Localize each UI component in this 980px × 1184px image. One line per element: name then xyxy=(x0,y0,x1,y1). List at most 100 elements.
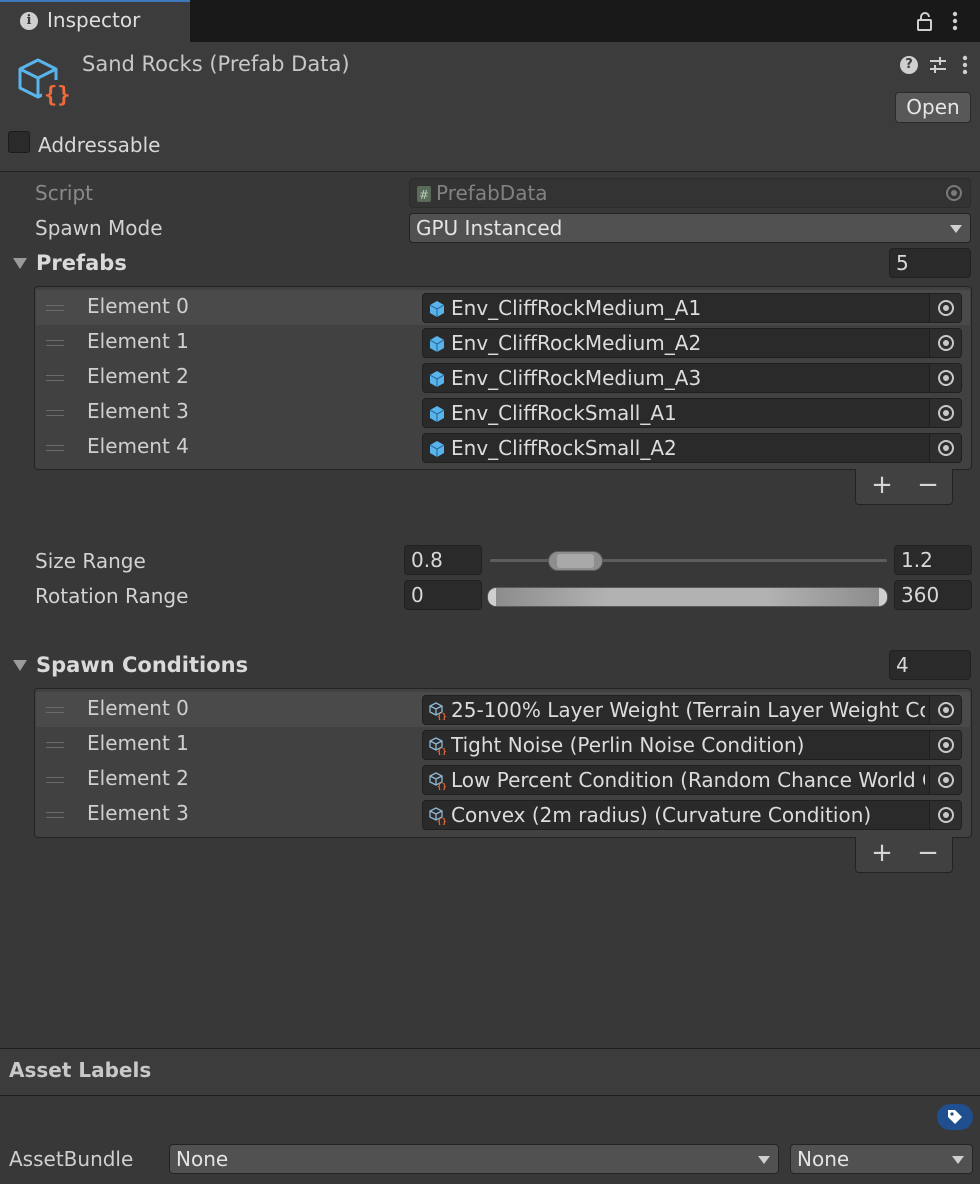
prefabs-list: Element 0 Env_CliffRockMedium_A1 Element 1… xyxy=(34,286,972,470)
preset-sliders-icon[interactable] xyxy=(928,55,948,75)
prefab-icon xyxy=(429,441,445,457)
object-picker-button[interactable] xyxy=(929,766,961,794)
asset-title: Sand Rocks (Prefab Data) xyxy=(82,52,350,76)
rotation-min-input[interactable]: 0 xyxy=(404,580,482,610)
object-picker-button[interactable] xyxy=(929,731,961,759)
object-picker-icon xyxy=(938,405,954,421)
object-field[interactable]: {} 25-100% Layer Weight (Terrain Layer We… xyxy=(422,695,962,725)
more-vertical-icon[interactable] xyxy=(950,11,960,31)
svg-text:{}: {} xyxy=(437,747,447,755)
svg-text:{}: {} xyxy=(437,782,447,790)
object-field-value: Env_CliffRockMedium_A3 xyxy=(451,366,702,390)
scriptable-object-icon: {} xyxy=(429,737,447,755)
drag-handle-icon[interactable] xyxy=(46,777,64,783)
rotation-max-input[interactable]: 360 xyxy=(894,580,972,610)
lock-icon[interactable] xyxy=(916,11,934,31)
object-field[interactable]: {} Tight Noise (Perlin Noise Condition) xyxy=(422,730,962,760)
object-field[interactable]: Env_CliffRockMedium_A2 xyxy=(422,328,962,358)
rotation-range-slider-thumb[interactable] xyxy=(487,587,888,607)
object-field-value: Env_CliffRockMedium_A1 xyxy=(451,296,702,320)
object-field-value: Env_CliffRockSmall_A2 xyxy=(451,436,677,460)
prefabs-count-input[interactable]: 5 xyxy=(889,248,971,278)
object-picker-icon xyxy=(938,772,954,788)
svg-text:{}: {} xyxy=(44,83,71,106)
prefab-icon xyxy=(429,371,445,387)
prefab-list-item[interactable]: Element 4 Env_CliffRockSmall_A2 xyxy=(36,430,970,465)
assetbundle-variant-dropdown[interactable]: None xyxy=(790,1144,973,1174)
element-label: Element 2 xyxy=(87,766,189,790)
drag-handle-icon[interactable] xyxy=(46,375,64,381)
object-field-value: 25-100% Layer Weight (Terrain Layer Weig… xyxy=(451,698,925,722)
object-field[interactable]: Env_CliffRockSmall_A1 xyxy=(422,398,962,428)
drag-handle-icon[interactable] xyxy=(46,340,64,346)
scriptable-object-icon: {} xyxy=(429,807,447,825)
object-picker-button[interactable] xyxy=(929,801,961,829)
spawn-condition-list-item[interactable]: Element 3 {} Convex (2m radius) (Curvature… xyxy=(36,797,970,832)
help-icon[interactable]: ? xyxy=(900,56,918,74)
assetbundle-dropdown[interactable]: None xyxy=(169,1144,779,1174)
object-field-value: Low Percent Condition (Random Chance Wor… xyxy=(451,768,925,792)
spawn-conditions-count-input[interactable]: 4 xyxy=(889,650,971,680)
object-picker-icon xyxy=(938,335,954,351)
more-vertical-icon[interactable] xyxy=(960,55,970,75)
object-picker-icon xyxy=(938,370,954,386)
prefab-list-item[interactable]: Element 0 Env_CliffRockMedium_A1 xyxy=(36,290,970,325)
object-field[interactable]: Env_CliffRockSmall_A2 xyxy=(422,433,962,463)
drag-handle-icon[interactable] xyxy=(46,742,64,748)
object-picker-button[interactable] xyxy=(929,329,961,357)
object-picker-icon xyxy=(938,440,954,456)
spawn-conditions-title[interactable]: Spawn Conditions xyxy=(36,653,248,677)
add-prefab-button[interactable]: + xyxy=(860,469,904,503)
assetbundle-label: AssetBundle xyxy=(9,1147,134,1171)
size-range-label: Size Range xyxy=(35,549,146,573)
drag-handle-icon[interactable] xyxy=(46,707,64,713)
object-picker-button[interactable] xyxy=(929,399,961,427)
spawn-condition-list-item[interactable]: Element 2 {} Low Percent Condition (Random… xyxy=(36,762,970,797)
svg-text:{}: {} xyxy=(437,817,447,825)
prefab-icon xyxy=(429,301,445,317)
prefab-list-item[interactable]: Element 3 Env_CliffRockSmall_A1 xyxy=(36,395,970,430)
object-field[interactable]: Env_CliffRockMedium_A1 xyxy=(422,293,962,323)
spawn-mode-dropdown[interactable]: GPU Instanced xyxy=(409,213,971,243)
addressable-checkbox[interactable] xyxy=(8,131,30,153)
script-field: PrefabData # xyxy=(409,178,971,208)
drag-handle-icon[interactable] xyxy=(46,812,64,818)
scriptable-object-icon: {} xyxy=(18,58,71,106)
prefab-list-item[interactable]: Element 2 Env_CliffRockMedium_A3 xyxy=(36,360,970,395)
drag-handle-icon[interactable] xyxy=(46,410,64,416)
object-field[interactable]: Env_CliffRockMedium_A3 xyxy=(422,363,962,393)
remove-prefab-button[interactable]: − xyxy=(906,469,950,503)
size-range-slider-thumb[interactable] xyxy=(548,551,603,571)
object-field[interactable]: {} Convex (2m radius) (Curvature Conditio… xyxy=(422,800,962,830)
object-picker-button[interactable] xyxy=(929,434,961,462)
prefab-list-item[interactable]: Element 1 Env_CliffRockMedium_A2 xyxy=(36,325,970,360)
size-max-input[interactable]: 1.2 xyxy=(894,545,972,575)
object-picker-button[interactable] xyxy=(929,294,961,322)
add-condition-button[interactable]: + xyxy=(860,837,904,871)
prefabs-title[interactable]: Prefabs xyxy=(36,251,127,275)
addressable-label: Addressable xyxy=(38,133,161,157)
object-picker-button[interactable] xyxy=(929,696,961,724)
object-picker-icon xyxy=(938,807,954,823)
asset-labels-button[interactable] xyxy=(937,1104,973,1130)
spawn-conditions-foldout-icon[interactable] xyxy=(13,660,27,671)
object-picker-icon xyxy=(938,702,954,718)
prefabs-foldout-icon[interactable] xyxy=(13,258,27,269)
prefabs-list-footer: + − xyxy=(855,469,953,505)
spawn-condition-list-item[interactable]: Element 0 {} 25-100% Layer Weight (Terrain… xyxy=(36,692,970,727)
asset-labels-title: Asset Labels xyxy=(9,1058,152,1082)
rotation-range-label: Rotation Range xyxy=(35,584,189,608)
script-field-value: PrefabData xyxy=(436,181,548,205)
object-picker-button[interactable] xyxy=(929,364,961,392)
object-field-value: Env_CliffRockSmall_A1 xyxy=(451,401,677,425)
open-button[interactable]: Open xyxy=(895,92,971,123)
object-picker-icon xyxy=(938,300,954,316)
remove-condition-button[interactable]: − xyxy=(906,837,950,871)
spawn-condition-list-item[interactable]: Element 1 {} Tight Noise (Perlin Noise Con… xyxy=(36,727,970,762)
element-label: Element 1 xyxy=(87,329,189,353)
drag-handle-icon[interactable] xyxy=(46,445,64,451)
object-field[interactable]: {} Low Percent Condition (Random Chance W… xyxy=(422,765,962,795)
object-field-value: Convex (2m radius) (Curvature Condition) xyxy=(451,803,872,827)
size-min-input[interactable]: 0.8 xyxy=(404,545,482,575)
drag-handle-icon[interactable] xyxy=(46,305,64,311)
